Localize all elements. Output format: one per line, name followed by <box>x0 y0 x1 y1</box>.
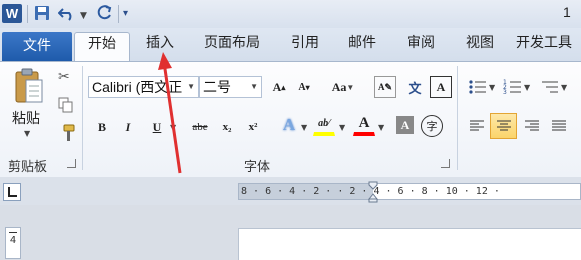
annotation-arrow <box>158 52 182 174</box>
redo-icon[interactable] <box>97 5 113 23</box>
tab-page-layout[interactable]: 页面布局 <box>194 32 270 61</box>
font-launcher-icon[interactable] <box>441 159 450 168</box>
superscript-button[interactable]: x² <box>242 116 264 138</box>
tab-home[interactable]: 开始 <box>74 32 130 62</box>
vertical-ruler-mark: 4 <box>9 235 17 246</box>
undo-dropdown-icon[interactable]: ▼ <box>80 7 87 25</box>
font-group-label: 字体 <box>244 160 271 175</box>
tab-mailings[interactable]: 邮件 <box>337 32 387 61</box>
text-effects-button[interactable]: A <box>278 114 300 136</box>
font-color-dropdown-icon[interactable]: ▼ <box>378 123 384 132</box>
horizontal-ruler[interactable]: 8 · 6 · 4 · 2 · · 2 · 4 · 6 · 8 · 10 · 1… <box>238 183 581 200</box>
phonetic-guide-button[interactable]: 文 <box>404 76 426 98</box>
align-left-icon[interactable] <box>465 114 489 138</box>
grow-font-button[interactable]: A ▴ <box>268 76 290 98</box>
justify-icon[interactable] <box>547 114 571 138</box>
copy-icon[interactable] <box>58 97 74 113</box>
tab-view[interactable]: 视图 <box>455 32 505 61</box>
italic-button[interactable]: I <box>117 116 139 138</box>
document-page[interactable] <box>238 228 581 260</box>
undo-icon[interactable] <box>57 5 76 23</box>
qat-separator <box>27 5 28 23</box>
indent-marker-icon[interactable] <box>367 181 379 203</box>
tab-references[interactable]: 引用 <box>280 32 330 61</box>
tab-developer[interactable]: 开发工具 <box>516 32 581 61</box>
qat-separator <box>118 5 119 23</box>
shrink-font-button[interactable]: A ▾ <box>293 76 315 98</box>
tab-review[interactable]: 审阅 <box>396 32 446 61</box>
paste-dropdown-icon[interactable]: ▼ <box>24 129 30 138</box>
numbering-icon[interactable]: 123 <box>503 78 525 96</box>
bullets-icon[interactable] <box>468 78 490 96</box>
font-size-combo[interactable]: 二号 ▼ <box>199 76 262 98</box>
font-size-value: 二号 <box>203 79 231 95</box>
tab-file[interactable]: 文件 <box>2 32 72 61</box>
cut-icon[interactable]: ✂ <box>58 69 70 85</box>
numbering-dropdown-icon[interactable]: ▼ <box>524 83 530 92</box>
clipboard-launcher-icon[interactable] <box>67 159 76 168</box>
highlight-dropdown-icon[interactable]: ▼ <box>339 123 345 132</box>
highlight-button[interactable]: ab⁄ <box>313 114 335 136</box>
group-separator <box>457 66 458 170</box>
multilevel-list-icon[interactable] <box>540 78 562 96</box>
vertical-ruler[interactable]: 4 <box>5 227 21 259</box>
align-right-icon[interactable] <box>520 114 544 138</box>
multilevel-dropdown-icon[interactable]: ▼ <box>561 83 567 92</box>
subscript-button[interactable]: x₂ <box>216 116 238 138</box>
clear-formatting-button[interactable]: A✎ <box>374 76 396 98</box>
align-center-icon[interactable] <box>490 113 517 139</box>
paste-button[interactable]: 粘贴 <box>12 108 40 128</box>
chevron-down-icon: ▼ <box>250 82 258 91</box>
word-logo: W <box>2 4 22 23</box>
bold-button[interactable]: B <box>91 116 113 138</box>
group-separator <box>82 66 83 170</box>
font-color-button[interactable]: A <box>353 114 375 136</box>
character-border-button[interactable]: A <box>430 76 452 98</box>
tab-selector-icon[interactable] <box>3 183 21 201</box>
change-case-button[interactable]: Aa ▼ <box>328 76 358 98</box>
text-effects-dropdown-icon[interactable]: ▼ <box>301 123 307 132</box>
svg-text:3: 3 <box>503 89 507 96</box>
strikethrough-button[interactable]: abe <box>186 116 214 138</box>
quick-access-toolbar <box>0 0 581 28</box>
clipboard-group-label: 剪贴板 <box>8 160 48 175</box>
paste-icon[interactable] <box>12 66 46 106</box>
bullets-dropdown-icon[interactable]: ▼ <box>489 83 495 92</box>
customize-icon[interactable]: ▾ <box>123 5 128 23</box>
character-shading-button[interactable]: A <box>396 116 414 134</box>
format-painter-icon[interactable] <box>58 124 76 142</box>
enclose-characters-button[interactable]: 字 <box>421 115 443 137</box>
save-icon[interactable] <box>34 5 50 23</box>
window-title: 1 <box>563 4 571 20</box>
